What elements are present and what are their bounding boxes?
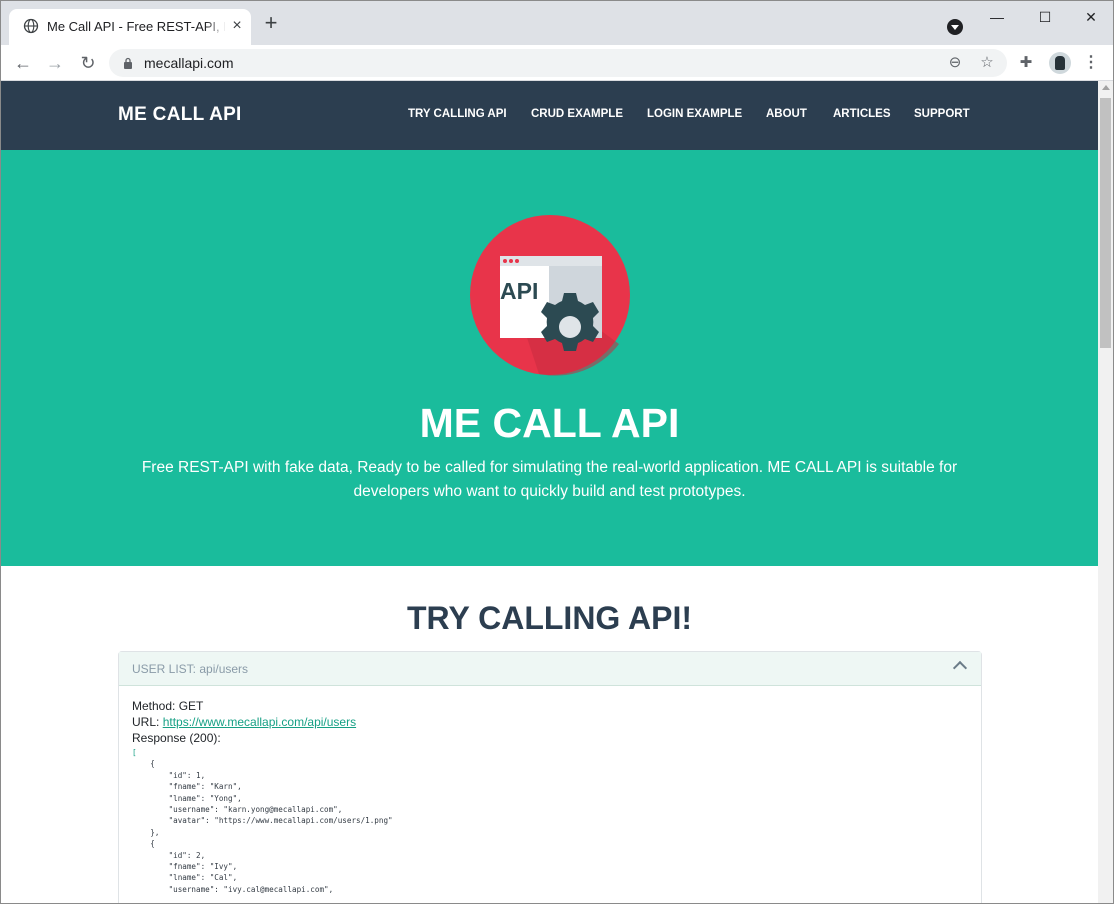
- hero-description-line-2: developers who want to quickly build and…: [353, 483, 746, 500]
- new-tab-button[interactable]: +: [261, 12, 281, 34]
- chevron-up-icon[interactable]: [952, 660, 968, 676]
- address-bar[interactable]: mecallapi.com ⊖ ☆: [109, 49, 1007, 77]
- response-label: Response (200):: [132, 731, 221, 745]
- scroll-up-arrow-icon[interactable]: [1102, 85, 1110, 90]
- tab-title-fade: [205, 15, 227, 37]
- try-section-title: TRY CALLING API!: [406, 600, 693, 636]
- back-arrow-icon[interactable]: ←: [11, 51, 35, 75]
- zoom-icon[interactable]: ⊖: [945, 53, 965, 73]
- code-line: [: [132, 748, 137, 757]
- nav-link-articles[interactable]: ARTICLES: [833, 108, 891, 120]
- nav-link-try-calling-api[interactable]: TRY CALLING API: [408, 108, 507, 120]
- minimize-button[interactable]: —: [987, 7, 1007, 27]
- card-header[interactable]: USER LIST: api/users: [119, 652, 981, 686]
- code-line: "id": 1,: [132, 770, 206, 780]
- reload-icon[interactable]: ↻: [76, 51, 100, 75]
- extensions-puzzle-icon[interactable]: ✚: [1017, 54, 1035, 72]
- logo-api-text: API: [500, 278, 538, 304]
- hero-title: ME CALL API: [419, 400, 680, 446]
- code-line: "avatar": "https://www.mecallapi.com/use…: [132, 816, 393, 826]
- tab-search-icon[interactable]: [947, 19, 963, 35]
- more-menu-icon[interactable]: ⋮: [1083, 53, 1099, 73]
- code-line: {: [132, 839, 155, 849]
- nav-link-crud-example[interactable]: CRUD EXAMPLE: [531, 108, 623, 120]
- card-body: Method: GET URL: https://www.mecallapi.c…: [132, 698, 972, 895]
- tab-strip: Me Call API - Free REST-API, Ready to be…: [1, 1, 1113, 45]
- maximize-button[interactable]: ☐: [1035, 7, 1055, 27]
- scrollbar-thumb[interactable]: [1100, 98, 1111, 348]
- hero-section: API ME CALL API Free REST-API with fake …: [1, 150, 1098, 566]
- nav-link-support[interactable]: SUPPORT: [914, 108, 970, 120]
- logo-text: API: [500, 278, 538, 304]
- code-line: "id": 2,: [132, 850, 206, 860]
- page-scrollbar[interactable]: [1098, 81, 1113, 903]
- site-navbar: ME CALL API TRY CALLING API CRUD EXAMPLE…: [1, 81, 1098, 150]
- hero-description: Free REST-API with fake data, Ready to b…: [131, 456, 968, 504]
- api-url-link[interactable]: https://www.mecallapi.com/api/users: [163, 715, 356, 729]
- code-line: {: [132, 759, 155, 769]
- browser-toolbar: ← → ↻ mecallapi.com ⊖ ☆ ✚ ⋮: [1, 45, 1113, 81]
- browser-tab[interactable]: Me Call API - Free REST-API, Ready to be…: [9, 9, 251, 45]
- tab-title: Me Call API - Free REST-API, Ready to be…: [47, 19, 225, 34]
- bookmark-star-icon[interactable]: ☆: [977, 53, 997, 73]
- code-line: "fname": "Karn",: [132, 782, 242, 792]
- site-brand[interactable]: ME CALL API: [118, 104, 242, 126]
- code-line: "fname": "Ivy",: [132, 862, 238, 872]
- hero-description-line-1: Free REST-API with fake data, Ready to b…: [141, 459, 958, 476]
- page-viewport: ME CALL API TRY CALLING API CRUD EXAMPLE…: [1, 81, 1098, 903]
- close-tab-icon[interactable]: ×: [229, 18, 245, 34]
- code-line: "username": "ivy.cal@mecallapi.com",: [132, 884, 334, 894]
- nav-link-about[interactable]: ABOUT: [766, 108, 807, 120]
- url-prefix: URL:: [132, 715, 163, 729]
- code-line: "lname": "Cal",: [132, 873, 238, 883]
- profile-avatar[interactable]: [1049, 52, 1071, 74]
- browser-window: Me Call API - Free REST-API, Ready to be…: [0, 0, 1114, 904]
- response-json: [ { "id": 1, "fname": "Karn", "lname": "…: [132, 747, 972, 895]
- method-text: Method: GET: [132, 699, 204, 713]
- globe-icon: [23, 18, 39, 34]
- code-line: "username": "karn.yong@mecallapi.com",: [132, 805, 343, 815]
- user-list-card: USER LIST: api/users Method: GET URL: ht…: [118, 651, 982, 903]
- lock-icon: [124, 57, 132, 69]
- forward-arrow-icon[interactable]: →: [43, 51, 67, 75]
- close-window-button[interactable]: ✕: [1081, 7, 1101, 27]
- url-text[interactable]: mecallapi.com: [144, 55, 233, 71]
- code-line: "lname": "Yong",: [132, 793, 242, 803]
- url-line: URL: https://www.mecallapi.com/api/users: [132, 714, 972, 730]
- code-line: },: [132, 827, 160, 837]
- card-header-label: USER LIST: api/users: [132, 662, 249, 676]
- nav-link-login-example[interactable]: LOGIN EXAMPLE: [647, 108, 742, 120]
